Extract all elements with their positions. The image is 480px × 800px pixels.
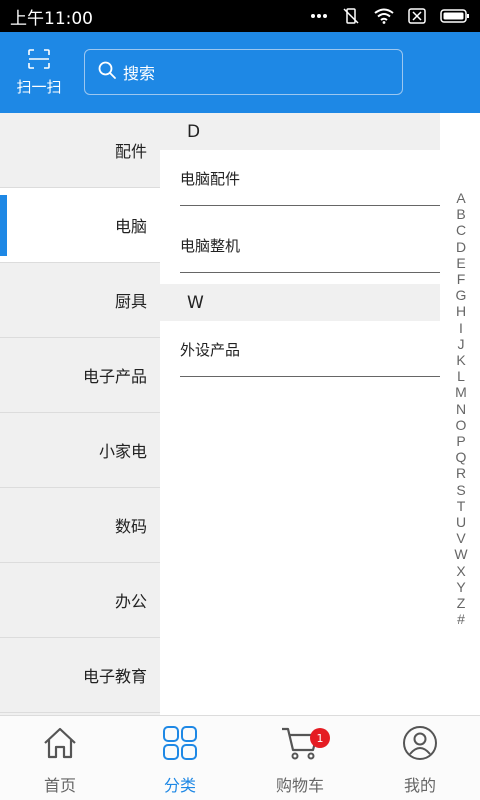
index-letter[interactable]: F bbox=[457, 271, 466, 287]
index-letter[interactable]: O bbox=[456, 417, 467, 433]
nav-cart[interactable]: 1 购物车 bbox=[240, 716, 360, 800]
subcategory-label: 电脑整机 bbox=[180, 236, 241, 255]
category-label: 配件 bbox=[114, 142, 147, 161]
index-letter[interactable]: I bbox=[459, 320, 463, 336]
category-label: 厨具 bbox=[114, 292, 147, 311]
battery-icon bbox=[440, 8, 470, 24]
index-letter[interactable]: T bbox=[457, 498, 466, 514]
index-letter[interactable]: G bbox=[456, 287, 467, 303]
category-label: 电子教育 bbox=[82, 667, 147, 686]
nav-label: 购物车 bbox=[275, 776, 324, 795]
index-letter[interactable]: D bbox=[456, 239, 466, 255]
category-label: 办公 bbox=[114, 592, 147, 611]
index-letter[interactable]: M bbox=[455, 384, 467, 400]
index-letter[interactable]: N bbox=[456, 401, 466, 417]
scan-label: 扫一扫 bbox=[16, 78, 62, 96]
profile-icon bbox=[402, 726, 438, 764]
index-letter[interactable]: K bbox=[456, 352, 465, 368]
cart-badge: 1 bbox=[310, 728, 330, 748]
category-list: 配件 电脑 厨具 电子产品 小家电 数码 办公 电子教育 bbox=[0, 113, 160, 715]
subcategory-item[interactable]: 电脑配件 bbox=[160, 150, 440, 206]
category-label: 数码 bbox=[114, 517, 147, 536]
subcategory-item[interactable]: 电脑整机 bbox=[160, 217, 440, 273]
section-header-w: W bbox=[160, 284, 440, 321]
index-letter[interactable]: S bbox=[456, 482, 465, 498]
nav-label: 我的 bbox=[403, 776, 436, 795]
index-letter[interactable]: C bbox=[456, 222, 466, 238]
category-item-office[interactable]: 办公 bbox=[0, 563, 160, 638]
nav-label: 首页 bbox=[43, 776, 76, 795]
alphabet-index[interactable]: A B C D E F G H I J K L M N O P Q R S T U V W X Y Z # bbox=[452, 190, 470, 627]
bottom-nav: 首页 分类 1 购物车 我的 bbox=[0, 715, 480, 800]
index-letter[interactable]: B bbox=[456, 206, 465, 222]
index-letter[interactable]: H bbox=[456, 303, 466, 319]
nav-profile[interactable]: 我的 bbox=[360, 716, 480, 800]
index-letter[interactable]: U bbox=[456, 514, 466, 530]
scan-icon bbox=[27, 48, 51, 74]
nav-home[interactable]: 首页 bbox=[0, 716, 120, 800]
category-label: 电子产品 bbox=[82, 367, 147, 386]
category-item-digital[interactable]: 数码 bbox=[0, 488, 160, 563]
index-letter[interactable]: Y bbox=[456, 579, 465, 595]
category-item-kitchenware[interactable]: 厨具 bbox=[0, 263, 160, 338]
subcategory-panel: D 电脑配件 电脑整机 W 外设产品 bbox=[160, 113, 440, 715]
header: 扫一扫 搜索 bbox=[0, 32, 480, 113]
category-item-e-education[interactable]: 电子教育 bbox=[0, 638, 160, 713]
category-icon bbox=[162, 726, 198, 764]
search-placeholder: 搜索 bbox=[123, 64, 156, 83]
section-header-d: D bbox=[160, 113, 440, 150]
more-dots-icon bbox=[310, 13, 328, 19]
search-input[interactable]: 搜索 bbox=[84, 49, 403, 95]
category-item-accessories[interactable]: 配件 bbox=[0, 113, 160, 188]
category-label: 小家电 bbox=[98, 442, 147, 461]
index-letter[interactable]: Z bbox=[457, 595, 466, 611]
index-letter[interactable]: A bbox=[456, 190, 465, 206]
no-sim-icon bbox=[408, 8, 426, 24]
index-letter[interactable]: X bbox=[456, 563, 465, 579]
active-indicator bbox=[0, 195, 7, 256]
category-item-computer[interactable]: 电脑 bbox=[0, 188, 160, 263]
scan-button[interactable]: 扫一扫 bbox=[0, 48, 78, 97]
search-icon bbox=[97, 60, 117, 84]
subcategory-label: 外设产品 bbox=[180, 340, 241, 359]
index-letter[interactable]: Q bbox=[456, 449, 467, 465]
index-letter[interactable]: W bbox=[454, 546, 467, 562]
index-letter[interactable]: # bbox=[457, 611, 465, 627]
index-letter[interactable]: E bbox=[456, 255, 465, 271]
wifi-icon bbox=[374, 8, 394, 24]
status-time: 上午11:00 bbox=[10, 8, 93, 29]
index-letter[interactable]: J bbox=[458, 336, 465, 352]
category-item-small-appliances[interactable]: 小家电 bbox=[0, 413, 160, 488]
status-icons bbox=[310, 7, 470, 25]
category-label: 电脑 bbox=[114, 217, 147, 236]
index-letter[interactable]: P bbox=[456, 433, 465, 449]
nav-category[interactable]: 分类 bbox=[120, 716, 240, 800]
category-item-electronics[interactable]: 电子产品 bbox=[0, 338, 160, 413]
index-letter[interactable]: V bbox=[456, 530, 465, 546]
index-letter[interactable]: L bbox=[457, 368, 465, 384]
home-icon bbox=[42, 726, 78, 764]
vibrate-off-icon bbox=[342, 7, 360, 25]
nav-label: 分类 bbox=[163, 776, 196, 795]
status-bar: 上午11:00 bbox=[0, 0, 480, 32]
subcategory-label: 电脑配件 bbox=[180, 169, 241, 188]
subcategory-item[interactable]: 外设产品 bbox=[160, 321, 440, 377]
index-letter[interactable]: R bbox=[456, 465, 466, 481]
